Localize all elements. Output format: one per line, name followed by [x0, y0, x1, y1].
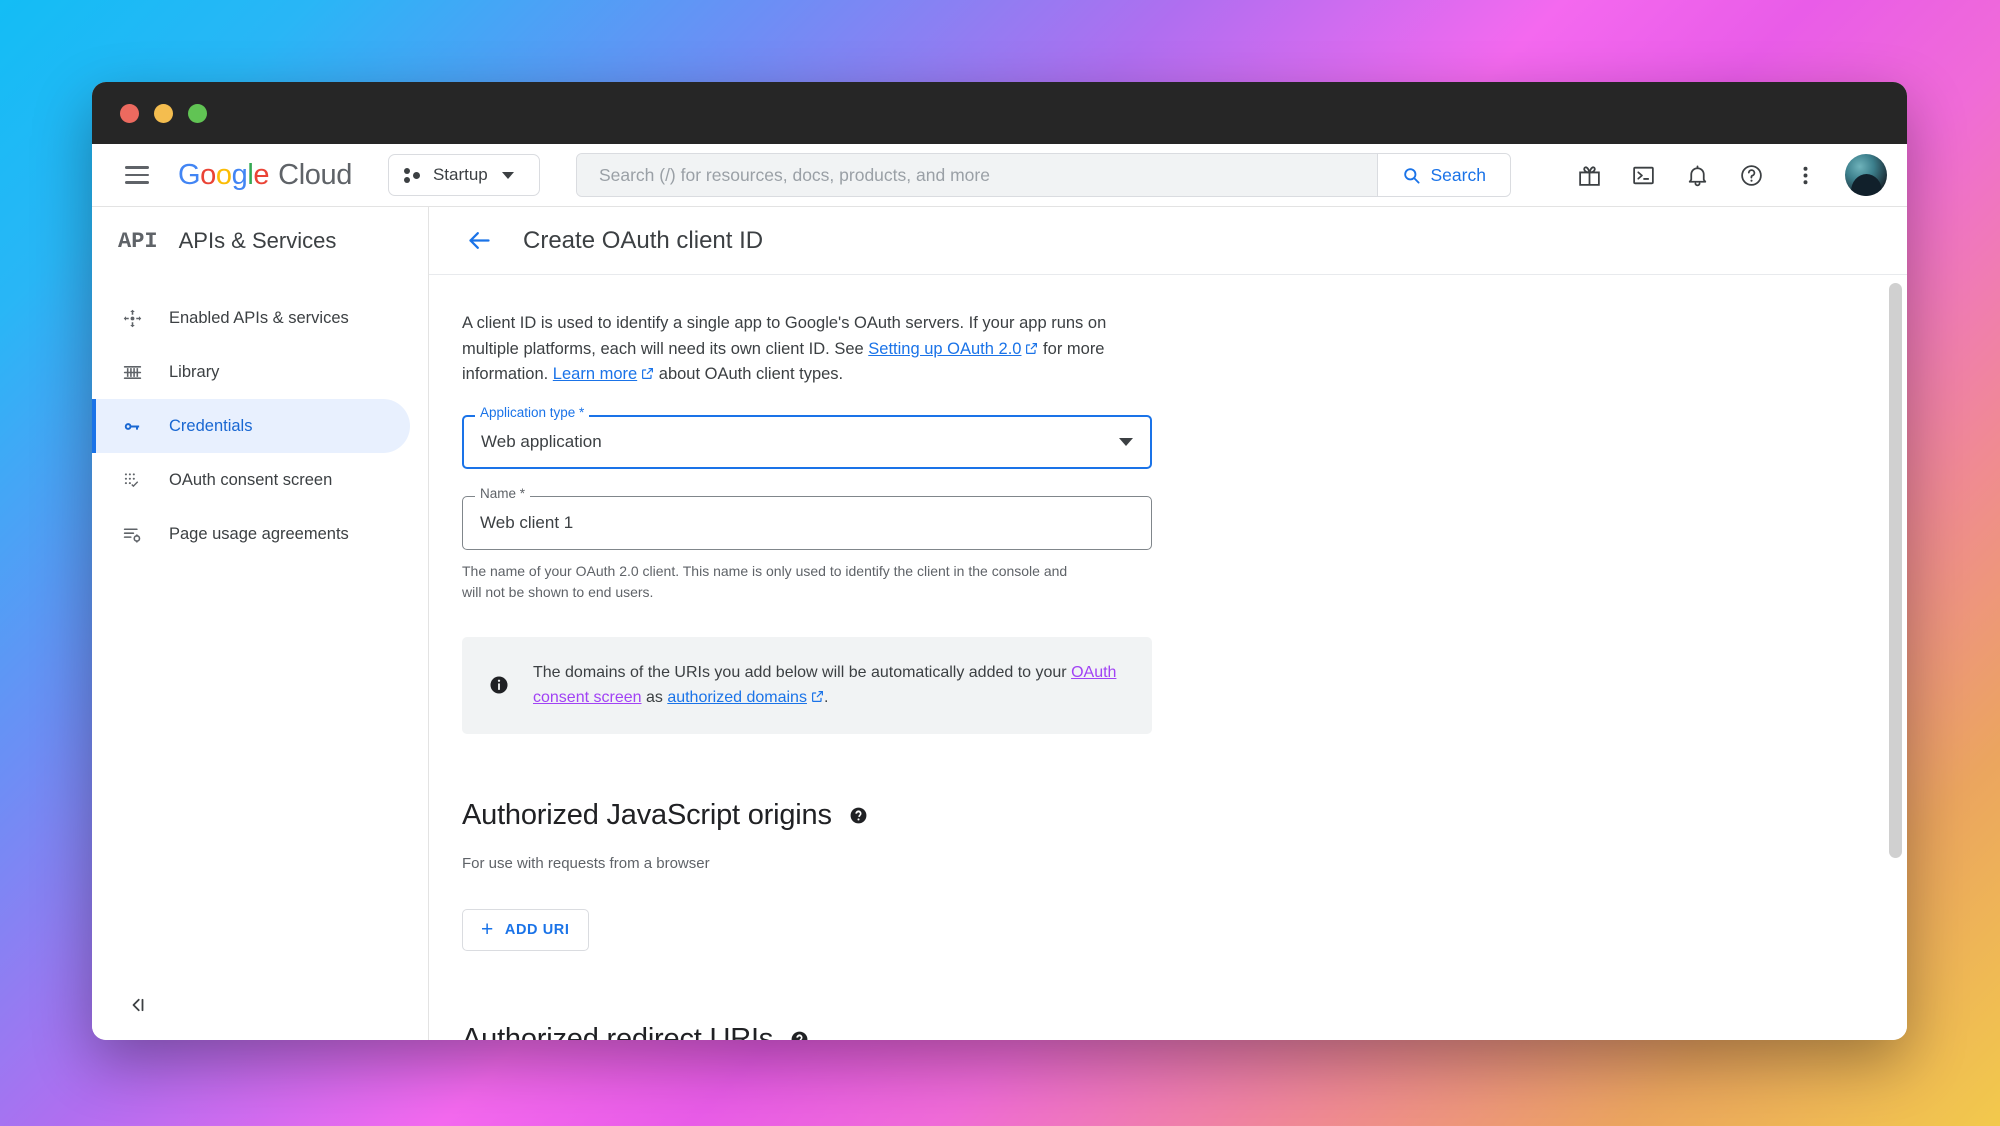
terminal-icon[interactable]: [1619, 151, 1667, 199]
content-header: Create OAuth client ID: [429, 207, 1907, 275]
search-icon: [1402, 166, 1421, 185]
js-origins-heading-row: Authorized JavaScript origins: [462, 799, 1907, 832]
consent-screen-icon: [121, 469, 144, 492]
sidebar-items: Enabled APIs & services: [92, 275, 428, 561]
js-origins-title: Authorized JavaScript origins: [462, 799, 832, 832]
sidebar: API APIs & Services Enabled APIs & servi…: [92, 207, 429, 1040]
project-dots-icon: [404, 168, 421, 183]
sidebar-footer: [92, 970, 428, 1040]
bell-icon[interactable]: [1673, 151, 1721, 199]
info-banner-text: The domains of the URIs you add below wi…: [533, 660, 1126, 711]
topbar-icon-group: [1547, 151, 1887, 199]
window-minimize-button[interactable]: [154, 104, 173, 123]
sidebar-item-label: Credentials: [169, 417, 252, 436]
application-type-field[interactable]: Web application Application type *: [462, 415, 1152, 469]
js-origins-subtitle: For use with requests from a browser: [462, 855, 1907, 872]
search-button-label: Search: [1430, 165, 1485, 186]
search-input[interactable]: [577, 154, 1378, 196]
sidebar-item-oauth-consent-screen[interactable]: OAuth consent screen: [92, 453, 428, 507]
project-name: Startup: [433, 165, 488, 185]
redirect-uris-heading-row: Authorized redirect URIs: [462, 1023, 1907, 1040]
help-circle-icon[interactable]: [790, 1030, 809, 1040]
sidebar-item-page-usage-agreements[interactable]: Page usage agreements: [92, 507, 428, 561]
scrollbar-thumb[interactable]: [1889, 283, 1902, 858]
help-circle-icon[interactable]: [849, 806, 868, 825]
plus-icon: +: [481, 919, 494, 940]
setting-up-oauth-link[interactable]: Setting up OAuth 2.0: [868, 340, 1021, 358]
window-close-button[interactable]: [120, 104, 139, 123]
application-type-label: Application type *: [475, 406, 589, 420]
content-scrollbar[interactable]: [1889, 283, 1902, 1032]
external-link-icon: [1025, 338, 1038, 351]
project-selector[interactable]: Startup: [388, 154, 540, 196]
name-label: Name *: [475, 487, 530, 501]
chevron-down-icon: [502, 172, 514, 179]
help-icon[interactable]: [1727, 151, 1775, 199]
learn-more-link[interactable]: Learn more: [553, 365, 637, 383]
logo-cloud-word: Cloud: [278, 159, 352, 192]
more-vert-icon[interactable]: [1781, 151, 1829, 199]
search-button[interactable]: Search: [1377, 154, 1509, 196]
library-icon: [121, 361, 144, 384]
main-content: Create OAuth client ID A client ID is us…: [429, 207, 1907, 1040]
add-uri-button-js-origins[interactable]: + ADD URI: [462, 909, 589, 951]
intro-paragraph: A client ID is used to identify a single…: [462, 311, 1152, 388]
sidebar-item-credentials[interactable]: Credentials: [92, 399, 410, 453]
info-banner: The domains of the URIs you add below wi…: [462, 637, 1152, 734]
external-link-icon: [641, 363, 654, 376]
logo-letter: G: [178, 159, 200, 192]
page-title: Create OAuth client ID: [523, 227, 763, 255]
agreements-icon: [121, 523, 144, 546]
browser-window: Google Cloud Startup Search: [92, 82, 1907, 1040]
sidebar-item-enabled-apis[interactable]: Enabled APIs & services: [92, 291, 428, 345]
info-icon: [488, 674, 510, 696]
hamburger-icon[interactable]: [114, 152, 160, 198]
name-field[interactable]: Name *: [462, 496, 1152, 550]
info-text-part3: .: [824, 689, 828, 706]
logo-letter: o: [216, 159, 232, 192]
sidebar-item-label: OAuth consent screen: [169, 471, 332, 490]
intro-text-part3: about OAuth client types.: [654, 365, 843, 383]
external-link-icon: [811, 686, 824, 699]
window-titlebar: [92, 82, 1907, 144]
add-uri-label: ADD URI: [505, 922, 570, 938]
collapse-left-icon[interactable]: [120, 987, 156, 1023]
sidebar-header: API APIs & Services: [92, 207, 428, 275]
sidebar-title: APIs & Services: [179, 228, 337, 254]
google-cloud-logo[interactable]: Google Cloud: [178, 159, 352, 192]
content-scroll-area: A client ID is used to identify a single…: [429, 275, 1907, 1040]
api-logo-icon: API: [118, 229, 158, 254]
application-type-value: Web application: [481, 432, 1119, 452]
key-icon: [121, 415, 144, 438]
logo-letter: o: [200, 159, 216, 192]
sidebar-item-label: Enabled APIs & services: [169, 309, 349, 328]
authorized-domains-link[interactable]: authorized domains: [667, 689, 807, 706]
name-hint: The name of your OAuth 2.0 client. This …: [462, 561, 1082, 603]
sidebar-item-label: Library: [169, 363, 219, 382]
window-maximize-button[interactable]: [188, 104, 207, 123]
info-text-part2: as: [642, 689, 668, 706]
sidebar-item-label: Page usage agreements: [169, 525, 349, 544]
dashboard-move-icon: [121, 307, 144, 330]
app-body: API APIs & Services Enabled APIs & servi…: [92, 207, 1907, 1040]
search-bar: Search: [576, 153, 1511, 197]
logo-letter: e: [253, 159, 269, 192]
logo-letter: g: [232, 159, 248, 192]
chevron-down-icon: [1119, 438, 1133, 446]
arrow-back-icon[interactable]: [462, 224, 496, 258]
app-topbar: Google Cloud Startup Search: [92, 144, 1907, 207]
info-text-part1: The domains of the URIs you add below wi…: [533, 664, 1071, 681]
name-input[interactable]: [480, 513, 1134, 533]
gift-icon[interactable]: [1565, 151, 1613, 199]
redirect-uris-title: Authorized redirect URIs: [462, 1023, 773, 1040]
sidebar-item-library[interactable]: Library: [92, 345, 428, 399]
user-avatar[interactable]: [1845, 154, 1887, 196]
